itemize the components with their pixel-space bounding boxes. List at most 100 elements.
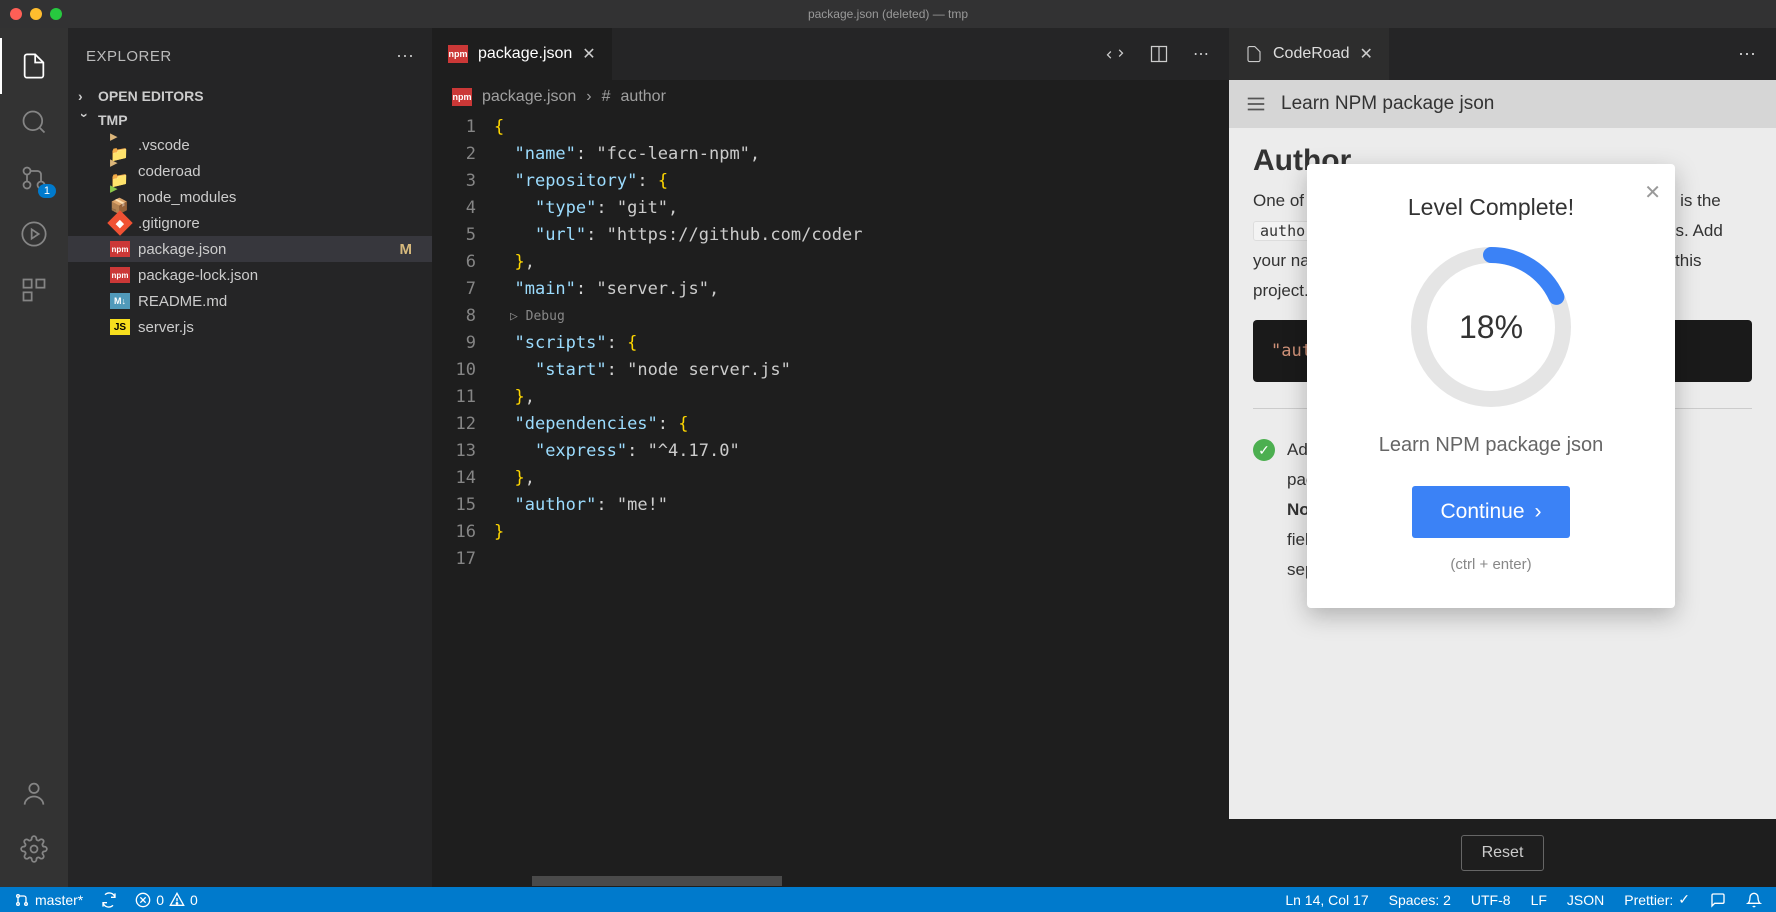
file-label: .gitignore	[138, 215, 422, 232]
scrollbar-thumb[interactable]	[532, 876, 782, 886]
gear-icon	[20, 835, 48, 863]
activity-extensions[interactable]	[0, 262, 68, 318]
coderoad-header: Learn NPM package json	[1229, 80, 1776, 128]
open-editors-section[interactable]: › OPEN EDITORS	[68, 84, 432, 108]
activity-debug[interactable]	[0, 206, 68, 262]
close-icon[interactable]: ✕	[582, 44, 595, 64]
modal-subtitle: Learn NPM package json	[1335, 430, 1647, 460]
file-label: package.json	[138, 241, 392, 258]
status-prettier[interactable]: Prettier: ✓	[1624, 891, 1690, 908]
file-label: node_modules	[138, 189, 422, 206]
explorer-sidebar: EXPLORER ⋯ › OPEN EDITORS › TMP ▸ 📁 .vsco…	[68, 28, 432, 887]
chevron-down-icon: ›	[77, 113, 93, 127]
hash-icon: #	[602, 88, 611, 106]
explorer-title: EXPLORER	[86, 48, 172, 65]
status-encoding[interactable]: UTF-8	[1471, 892, 1511, 908]
tab-label: package.json	[478, 45, 572, 63]
modal-title: Level Complete!	[1335, 192, 1647, 222]
explorer-more[interactable]: ⋯	[396, 46, 414, 67]
coderoad-body: Author One of the most common pieces in …	[1229, 128, 1776, 819]
status-sync[interactable]	[101, 892, 117, 908]
chevron-right-icon: ›	[78, 88, 92, 104]
debug-icon	[20, 220, 48, 248]
extensions-icon	[20, 276, 48, 304]
activity-explorer[interactable]	[0, 38, 68, 94]
status-lang[interactable]: JSON	[1567, 892, 1604, 908]
tree-item-package-json[interactable]: npm package.json M	[68, 236, 432, 262]
menu-icon[interactable]	[1245, 93, 1267, 115]
progress-ring: 18%	[1406, 242, 1576, 412]
split-editor-icon[interactable]	[1149, 44, 1169, 64]
warning-icon	[169, 892, 185, 908]
chevron-right-icon: ›	[586, 88, 591, 106]
status-bell[interactable]	[1746, 892, 1762, 908]
activity-account[interactable]	[0, 765, 68, 821]
code-content[interactable]: { "name": "fcc-learn-npm", "repository":…	[494, 114, 1181, 875]
status-feedback[interactable]	[1710, 892, 1726, 908]
modal-hint: (ctrl + enter)	[1335, 550, 1647, 580]
activity-bar: 1	[0, 28, 68, 887]
activity-search[interactable]	[0, 94, 68, 150]
tree-item-package-lock-json[interactable]: npm package-lock.json	[68, 262, 432, 288]
file-label: coderoad	[138, 163, 422, 180]
tab-coderoad[interactable]: CodeRoad ✕	[1229, 28, 1389, 80]
window-titlebar: package.json (deleted) — tmp	[0, 0, 1776, 28]
minimap[interactable]	[1181, 114, 1229, 875]
horizontal-scrollbar[interactable]	[432, 875, 1229, 887]
continue-button[interactable]: Continue ›	[1412, 486, 1569, 538]
traffic-lights	[10, 8, 62, 20]
code-editor[interactable]: 1234567891011121314151617 { "name": "fcc…	[432, 114, 1229, 875]
file-label: .vscode	[138, 137, 422, 154]
git-status: M	[400, 241, 423, 258]
panel-more-icon[interactable]: ⋯	[1738, 44, 1776, 65]
tab-package-json[interactable]: npm package.json ✕	[432, 28, 613, 80]
level-complete-modal: ✕ Level Complete! 18% Learn NPM package …	[1307, 164, 1675, 608]
compare-icon[interactable]	[1105, 44, 1125, 64]
close-icon[interactable]: ✕	[1360, 44, 1373, 64]
status-lncol[interactable]: Ln 14, Col 17	[1285, 892, 1368, 908]
file-icon: M↓	[110, 291, 130, 311]
file-label: server.js	[138, 319, 422, 336]
reset-button[interactable]: Reset	[1461, 835, 1545, 871]
npm-icon: npm	[452, 88, 472, 106]
window-minimize[interactable]	[30, 8, 42, 20]
breadcrumb-file: package.json	[482, 88, 576, 106]
file-icon: ◆	[110, 213, 130, 233]
coderoad-footer: Reset	[1229, 819, 1776, 887]
bell-icon	[1746, 892, 1762, 908]
root-folder-label: TMP	[98, 112, 128, 128]
error-icon	[135, 892, 151, 908]
tree-item--gitignore[interactable]: ◆ .gitignore	[68, 210, 432, 236]
file-icon	[1245, 45, 1263, 63]
file-icon: npm	[110, 265, 130, 285]
file-icon: ▸ 📦	[110, 187, 130, 207]
status-eol[interactable]: LF	[1531, 892, 1547, 908]
window-close[interactable]	[10, 8, 22, 20]
editor-tabs: npm package.json ✕ ⋯	[432, 28, 1229, 80]
status-errors[interactable]: 0 0	[135, 892, 198, 908]
coderoad-panel: CodeRoad ✕ ⋯ Learn NPM package json Auth…	[1229, 28, 1776, 887]
scm-badge: 1	[38, 184, 56, 198]
status-spaces[interactable]: Spaces: 2	[1389, 892, 1451, 908]
file-label: README.md	[138, 293, 422, 310]
npm-icon: npm	[448, 45, 468, 63]
breadcrumb[interactable]: npm package.json › # author	[432, 80, 1229, 114]
activity-settings[interactable]	[0, 821, 68, 877]
file-icon: ▸ 📁	[110, 161, 130, 181]
tree-item-node_modules[interactable]: ▸ 📦 node_modules	[68, 184, 432, 210]
status-branch[interactable]: master*	[14, 892, 83, 908]
modal-close[interactable]: ✕	[1644, 178, 1661, 208]
editor-area: npm package.json ✕ ⋯ npm package.json › …	[432, 28, 1229, 887]
file-icon: ▸ 📁	[110, 135, 130, 155]
tree-item-server-js[interactable]: JSserver.js	[68, 314, 432, 340]
editor-more-icon[interactable]: ⋯	[1193, 44, 1209, 64]
activity-scm[interactable]: 1	[0, 150, 68, 206]
account-icon	[20, 779, 48, 807]
coderoad-tab-label: CodeRoad	[1273, 45, 1350, 63]
tree-item-README-md[interactable]: M↓ README.md	[68, 288, 432, 314]
file-icon: npm	[110, 239, 130, 259]
window-maximize[interactable]	[50, 8, 62, 20]
files-icon	[20, 52, 48, 80]
file-label: package-lock.json	[138, 267, 422, 284]
status-bar: master* 0 0 Ln 14, Col 17 Spaces: 2 UTF-…	[0, 887, 1776, 912]
